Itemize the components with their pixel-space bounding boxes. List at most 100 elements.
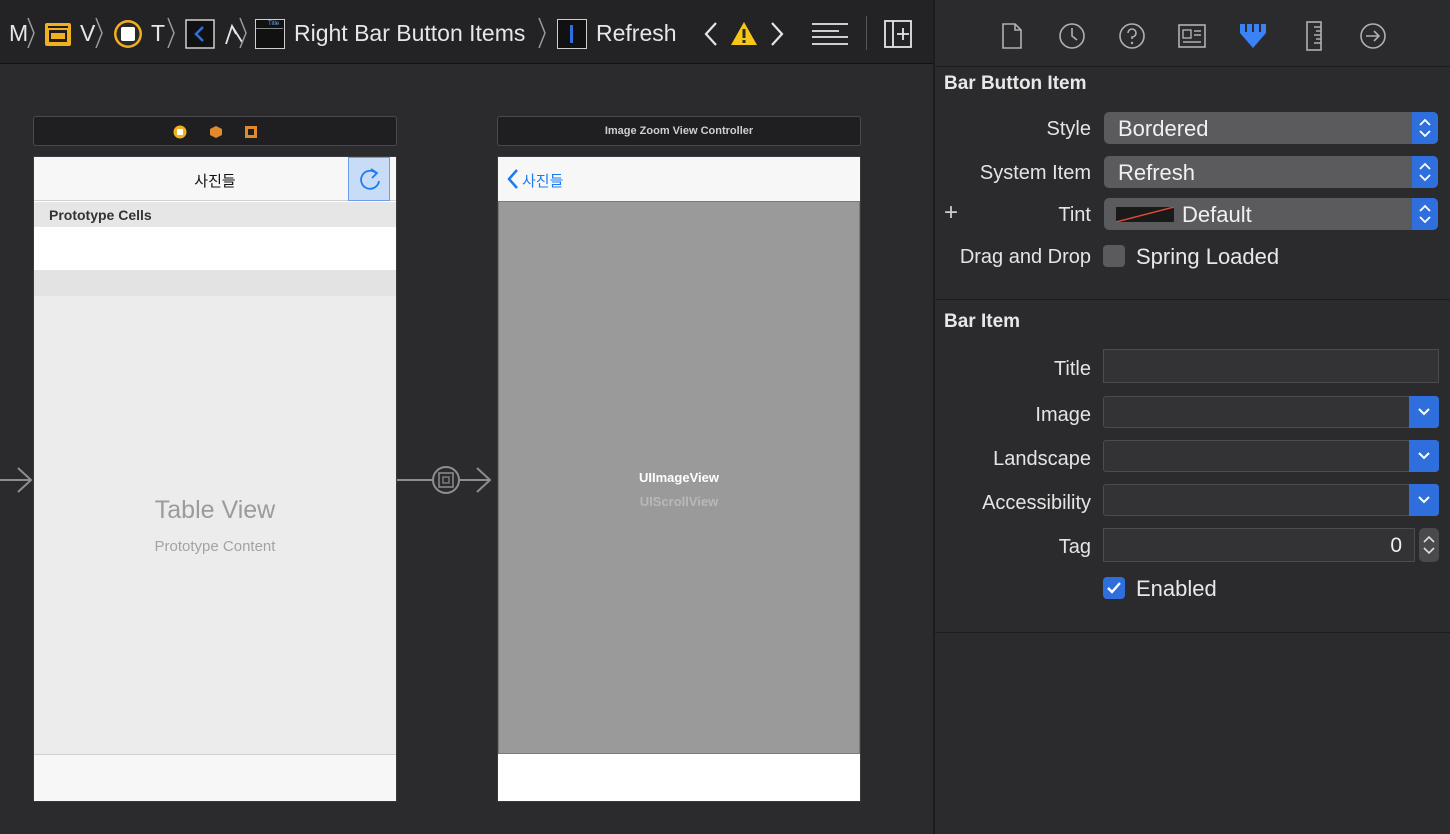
landscape-dropdown-button[interactable] [1409,440,1439,472]
nav-title: 사진들 [194,173,236,190]
style-popup-stepper[interactable] [1412,112,1438,144]
system-item-popup[interactable]: Refresh [1104,156,1438,188]
system-item-label: System Item [979,162,1091,184]
title-label: Title [1053,358,1091,380]
scene-bar-table-view[interactable] [33,116,397,146]
scene-title: Image Zoom View Controller [604,125,754,137]
add-editor-icon[interactable] [884,20,912,48]
accessibility-label: Accessibility [982,492,1091,514]
chevron-right-icon [239,17,247,49]
inspector-tabs [935,0,1450,66]
tag-field[interactable]: 0 [1103,528,1415,562]
navigation-bar: 사진들 [498,157,860,201]
tint-value: Default [1182,202,1252,227]
chevron-right-icon [95,17,103,49]
chevron-down-icon [1418,408,1430,416]
jump-bar-item-refresh[interactable]: Refresh [596,22,677,45]
segue-connection[interactable] [397,464,497,498]
spring-loaded-label: Spring Loaded [1136,244,1280,269]
bar-button-item-section-title: Bar Button Item [944,73,1087,94]
next-issue-icon[interactable] [769,20,785,48]
add-variation-button[interactable]: + [944,199,958,227]
toolbar-divider [866,16,867,50]
bottom-area [498,754,860,801]
connections-inspector-icon[interactable] [1359,22,1387,50]
tint-swatch-icon [1116,207,1174,222]
divider [935,66,1450,67]
style-value: Bordered [1118,116,1209,141]
enabled-checkbox[interactable] [1103,577,1125,599]
system-item-popup-stepper[interactable] [1412,156,1438,188]
history-inspector-icon[interactable] [1058,22,1086,50]
up-down-chevron-icon [1419,118,1431,138]
chevron-right-icon [27,17,35,49]
chevron-down-icon [1418,496,1430,504]
up-down-chevron-icon [1419,204,1431,224]
bar-item-section-title: Bar Item [944,311,1021,332]
title-field[interactable] [1103,349,1439,383]
tint-label: Tint [1058,204,1091,226]
chevron-right-icon [167,17,175,49]
jump-bar-item-right-bar-button-items[interactable]: Right Bar Button Items [294,22,525,45]
file-inspector-icon[interactable] [1001,22,1023,50]
bar-button-item-icon[interactable] [557,19,587,49]
back-button-label[interactable]: 사진들 [522,170,563,191]
chevron-right-icon [538,17,546,49]
enabled-label: Enabled [1136,576,1217,601]
prototype-cells-label: Prototype Cells [49,207,152,223]
checkmark-icon [1107,582,1121,594]
storyboard-canvas[interactable]: 사진들 Prototype Cells Table View Prototype… [0,64,933,834]
help-inspector-icon[interactable] [1118,22,1146,50]
image-combo[interactable] [1103,396,1439,428]
accessibility-dropdown-button[interactable] [1409,484,1439,516]
section-gap [34,270,396,296]
view-controller-icon[interactable] [112,18,144,50]
image-label: Image [1035,404,1091,426]
image-view-label: UIImageView [639,470,719,485]
entry-arrow-icon [0,467,33,493]
attributes-inspector-icon[interactable] [1237,20,1269,52]
drag-and-drop-label: Drag and Drop [959,246,1091,268]
tint-popup-stepper[interactable] [1412,198,1438,230]
identity-inspector-icon[interactable] [1178,24,1206,48]
spring-loaded-checkbox[interactable] [1103,245,1125,267]
size-inspector-icon[interactable] [1305,21,1323,51]
style-label: Style [1046,118,1091,140]
divider [935,299,1450,300]
title-icon-text: Title [268,21,280,27]
jump-bar: M V T Title Right Bar Button Items Refre… [0,0,933,64]
image-zoom-view-controller-scene[interactable]: 사진들 UIImageView UIScrollView [497,156,861,802]
landscape-combo[interactable] [1103,440,1439,472]
scene-dock-icons [173,125,257,139]
refresh-bar-button[interactable] [348,157,390,201]
scene-bar-image-zoom[interactable]: Image Zoom View Controller [497,116,861,146]
tag-value: 0 [1390,534,1402,557]
back-chevron-icon [507,169,518,189]
tag-stepper[interactable] [1419,528,1439,562]
refresh-icon [360,168,380,190]
divider [935,632,1450,633]
table-view-subtitle: Prototype Content [154,538,276,555]
system-item-value: Refresh [1118,160,1196,185]
document-outline-icon[interactable] [811,22,849,46]
table-view-controller-scene[interactable]: 사진들 Prototype Cells Table View Prototype… [33,156,397,802]
tint-popup[interactable]: Default [1104,198,1438,230]
table-view[interactable]: Table View Prototype Content [34,296,396,754]
storyboard-scene-icon[interactable] [44,20,72,48]
tag-label: Tag [1058,536,1091,558]
navigation-bar-icon[interactable]: Title [255,19,285,49]
navigation-bar: 사진들 [34,157,396,201]
prototype-cells-header: Prototype Cells [34,202,396,227]
landscape-label: Landscape [993,448,1091,470]
up-down-chevron-icon [1419,162,1431,182]
jump-bar-item-t[interactable]: T [151,22,165,45]
previous-issue-icon[interactable] [703,20,719,48]
navigation-item-icon[interactable] [185,19,215,49]
toolbar [34,754,396,801]
prototype-cell[interactable] [34,227,396,270]
style-popup[interactable]: Bordered [1104,112,1438,144]
scroll-view[interactable]: UIImageView UIScrollView [498,201,860,754]
warning-icon[interactable] [730,20,758,47]
accessibility-combo[interactable] [1103,484,1439,516]
image-dropdown-button[interactable] [1409,396,1439,428]
